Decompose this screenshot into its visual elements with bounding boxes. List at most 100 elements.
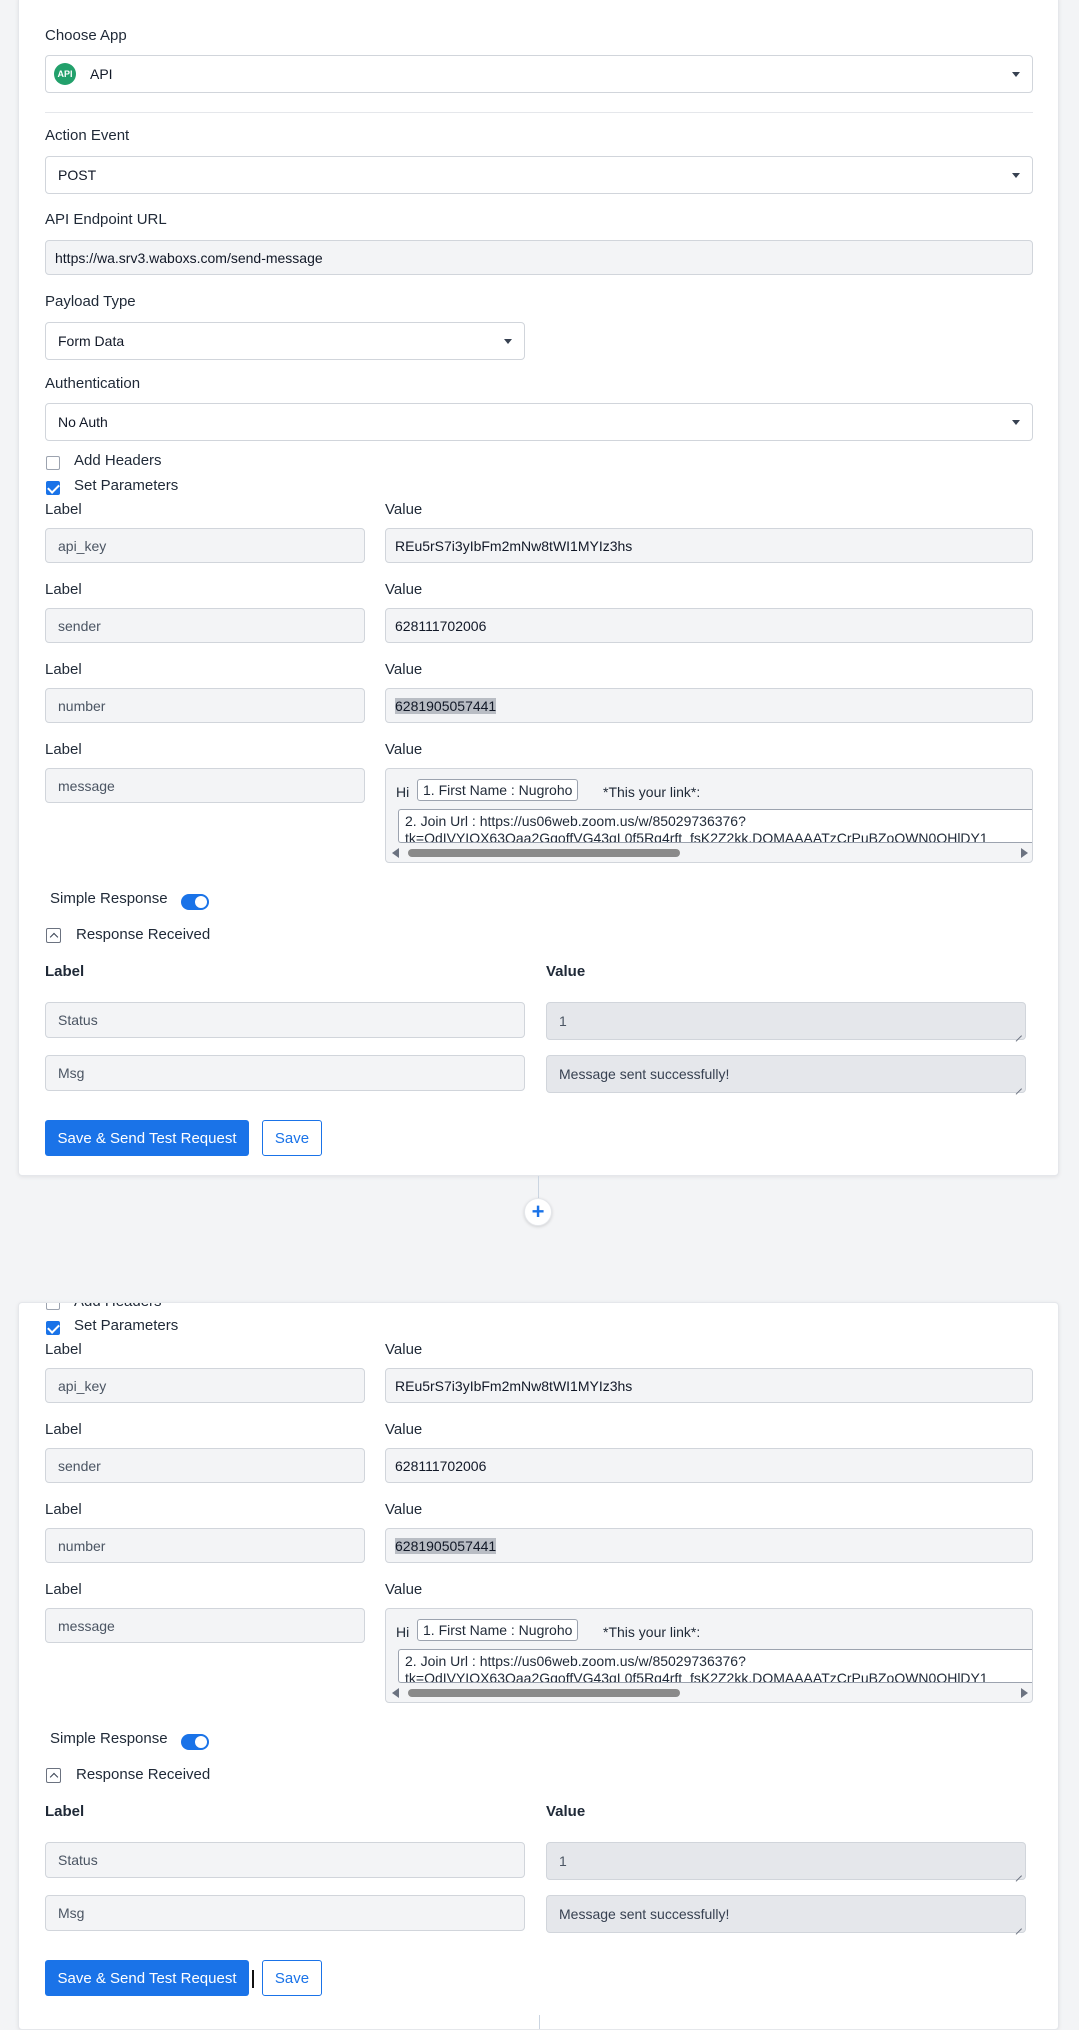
add-headers-label: Add Headers xyxy=(74,452,162,469)
chevron-down-icon xyxy=(504,339,512,344)
param-value-input[interactable]: 628111702006 xyxy=(385,608,1033,643)
resize-handle-icon[interactable] xyxy=(1014,1868,1022,1876)
param-label-header: Label xyxy=(45,1501,82,1518)
param-value-header: Value xyxy=(385,1581,423,1598)
simple-response-toggle[interactable] xyxy=(181,1734,209,1750)
param-label-input[interactable]: message xyxy=(45,1608,365,1643)
payload-type-select[interactable]: Form Data xyxy=(45,322,525,360)
scrollbar-thumb[interactable] xyxy=(408,849,680,857)
param-value-input[interactable]: REu5rS7i3yIbFm2mNw8tWI1MYIz3hs xyxy=(385,1368,1033,1403)
chevron-up-icon[interactable] xyxy=(46,928,61,943)
response-value-textarea[interactable]: 1 xyxy=(546,1002,1026,1040)
response-received-label: Response Received xyxy=(76,1766,211,1783)
response-label-input[interactable]: Msg xyxy=(45,1895,525,1931)
param-label-input[interactable]: sender xyxy=(45,1448,365,1483)
endpoint-label: API Endpoint URL xyxy=(45,211,167,228)
first-name-token[interactable]: 1. First Name : Nugroho xyxy=(417,779,579,801)
action-config-card: Choose App API API Action Event POST API… xyxy=(18,0,1059,1176)
save-send-test-button[interactable]: Save & Send Test Request xyxy=(45,1960,249,1996)
param-value-input[interactable]: 6281905057441 xyxy=(385,688,1033,723)
response-received-label: Response Received xyxy=(76,926,211,943)
resize-handle-icon[interactable] xyxy=(1014,1081,1022,1089)
chevron-down-icon xyxy=(1012,173,1020,178)
horizontal-scrollbar[interactable] xyxy=(386,1686,1032,1698)
payload-type-label: Payload Type xyxy=(45,293,136,310)
join-url-line1: 2. Join Url : https://us06web.zoom.us/w/… xyxy=(405,813,746,829)
divider xyxy=(45,112,1033,113)
first-name-token[interactable]: 1. First Name : Nugroho xyxy=(417,1619,579,1641)
message-suffix-text: *This your link*: xyxy=(603,1624,701,1640)
resize-handle-icon[interactable] xyxy=(1014,1921,1022,1929)
scrollbar-thumb[interactable] xyxy=(408,1689,680,1697)
response-value-textarea[interactable]: Message sent successfully! xyxy=(546,1055,1026,1093)
param-value-header: Value xyxy=(385,1501,423,1518)
choose-app-value: API xyxy=(90,66,113,82)
param-label-input[interactable]: sender xyxy=(45,608,365,643)
simple-response-label: Simple Response xyxy=(50,1730,168,1747)
add-headers-checkbox[interactable] xyxy=(46,456,60,470)
param-value-input[interactable]: REu5rS7i3yIbFm2mNw8tWI1MYIz3hs xyxy=(385,528,1033,563)
param-label-header: Label xyxy=(45,581,82,598)
param-value-header: Value xyxy=(385,1341,423,1358)
param-label-header: Label xyxy=(45,661,82,678)
response-value-text: Message sent successfully! xyxy=(559,1066,730,1082)
param-label-input[interactable]: message xyxy=(45,768,365,803)
param-label-input[interactable]: api_key xyxy=(45,528,365,563)
simple-response-toggle[interactable] xyxy=(181,894,209,910)
param-label-header: Label xyxy=(45,1421,82,1438)
action-event-select[interactable]: POST xyxy=(45,156,1033,194)
response-value-textarea[interactable]: Message sent successfully! xyxy=(546,1895,1026,1933)
set-parameters-label: Set Parameters xyxy=(74,477,179,494)
authentication-label: Authentication xyxy=(45,375,141,392)
response-label-input[interactable]: Msg xyxy=(45,1055,525,1091)
scroll-left-icon[interactable] xyxy=(392,1688,399,1698)
join-url-line2: tk=OdIVYIOX63Qaa2GqoffVG43qL0f5Rq4rft_fs… xyxy=(405,1670,988,1683)
param-label-input[interactable]: number xyxy=(45,1528,365,1563)
choose-app-label: Choose App xyxy=(45,27,127,44)
selected-number-text: 6281905057441 xyxy=(395,1537,497,1554)
scroll-left-icon[interactable] xyxy=(392,848,399,858)
response-value-textarea[interactable]: 1 xyxy=(546,1842,1026,1880)
response-label-header: Label xyxy=(45,963,85,980)
response-value-text: 1 xyxy=(559,1013,567,1029)
param-value-header: Value xyxy=(385,661,423,678)
response-value-text: 1 xyxy=(559,1853,567,1869)
response-value-header: Value xyxy=(546,1803,586,1820)
horizontal-scrollbar[interactable] xyxy=(386,846,1032,858)
choose-app-select[interactable]: API API xyxy=(45,55,1033,93)
resize-handle-icon[interactable] xyxy=(1014,1028,1022,1036)
scroll-right-icon[interactable] xyxy=(1021,1688,1028,1698)
response-value-header: Value xyxy=(546,963,586,980)
chevron-up-icon[interactable] xyxy=(46,1768,61,1783)
save-button[interactable]: Save xyxy=(262,1120,322,1156)
param-value-input[interactable]: 6281905057441 xyxy=(385,1528,1033,1563)
response-value-text: Message sent successfully! xyxy=(559,1906,730,1922)
scroll-right-icon[interactable] xyxy=(1021,848,1028,858)
set-parameters-label: Set Parameters xyxy=(74,1317,179,1334)
join-url-token[interactable]: 2. Join Url : https://us06web.zoom.us/w/… xyxy=(398,809,1032,843)
param-label-header: Label xyxy=(45,741,82,758)
authentication-select[interactable]: No Auth xyxy=(45,403,1033,441)
join-url-token[interactable]: 2. Join Url : https://us06web.zoom.us/w/… xyxy=(398,1649,1032,1683)
add-step-button[interactable]: + xyxy=(524,1198,552,1226)
endpoint-url-input[interactable]: https://wa.srv3.waboxs.com/send-message xyxy=(45,240,1033,275)
response-label-input[interactable]: Status xyxy=(45,1002,525,1038)
join-url-line2: tk=OdIVYIOX63Qaa2GqoffVG43qL0f5Rq4rft_fs… xyxy=(405,830,988,843)
save-button[interactable]: Save xyxy=(262,1960,322,1996)
param-label-input[interactable]: number xyxy=(45,688,365,723)
plus-icon: + xyxy=(531,1199,545,1224)
response-label-input[interactable]: Status xyxy=(45,1842,525,1878)
message-value-editor[interactable]: Hi 1. First Name : Nugroho *This your li… xyxy=(385,1608,1033,1703)
join-url-line1: 2. Join Url : https://us06web.zoom.us/w/… xyxy=(405,1653,746,1669)
param-value-input[interactable]: 628111702006 xyxy=(385,1448,1033,1483)
simple-response-label: Simple Response xyxy=(50,890,168,907)
set-parameters-checkbox[interactable] xyxy=(46,1321,60,1335)
param-label-header: Label xyxy=(45,501,82,518)
add-headers-checkbox[interactable] xyxy=(46,1303,60,1310)
param-label-header: Label xyxy=(45,1581,82,1598)
save-send-test-button[interactable]: Save & Send Test Request xyxy=(45,1120,249,1156)
response-label-header: Label xyxy=(45,1803,85,1820)
set-parameters-checkbox[interactable] xyxy=(46,481,60,495)
message-value-editor[interactable]: Hi 1. First Name : Nugroho *This your li… xyxy=(385,768,1033,863)
param-label-input[interactable]: api_key xyxy=(45,1368,365,1403)
